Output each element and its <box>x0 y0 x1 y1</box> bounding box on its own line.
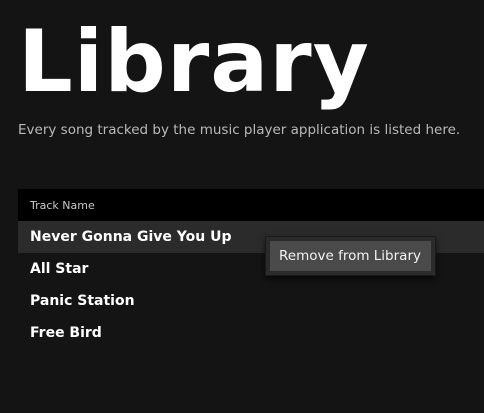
column-header-track-name[interactable]: Track Name <box>18 189 484 221</box>
table-row[interactable]: Panic Station <box>18 285 484 317</box>
page-title: Library <box>18 12 370 112</box>
track-name: Panic Station <box>30 293 135 309</box>
track-name: Free Bird <box>30 325 102 341</box>
column-header-label: Track Name <box>30 198 95 212</box>
track-name: Never Gonna Give You Up <box>30 229 232 245</box>
remove-from-library-menu-item[interactable]: Remove from Library <box>270 241 431 271</box>
track-name: All Star <box>30 261 89 277</box>
context-menu: Remove from Library <box>265 236 436 276</box>
page-subtitle: Every song tracked by the music player a… <box>18 122 461 138</box>
table-row[interactable]: Free Bird <box>18 317 484 349</box>
